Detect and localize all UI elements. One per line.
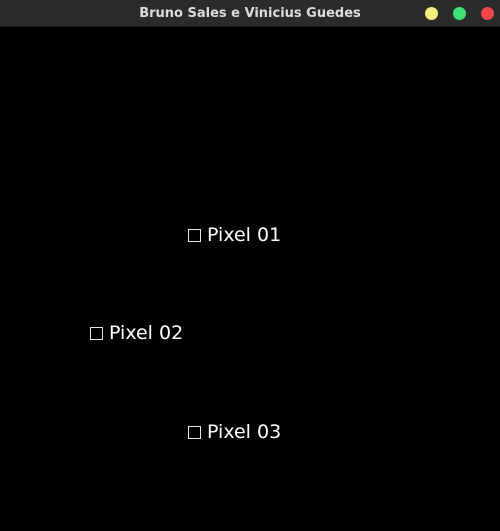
drawing-canvas: Pixel 01 Pixel 02 Pixel 03 [0,27,500,531]
pixel-label: Pixel 02 [109,322,184,344]
pixel-item-02[interactable]: Pixel 02 [90,322,183,344]
pixel-item-03[interactable]: Pixel 03 [188,421,281,443]
square-outline-icon [188,425,201,439]
minimize-button[interactable] [425,7,438,20]
pixel-item-01[interactable]: Pixel 01 [188,224,281,246]
close-button[interactable] [481,7,494,20]
square-outline-icon [90,326,103,340]
app-window: Bruno Sales e Vinicius Guedes Pixel 01 P… [0,0,500,531]
pixel-label: Pixel 03 [207,421,282,443]
pixel-label: Pixel 01 [207,224,282,246]
maximize-button[interactable] [453,7,466,20]
square-outline-icon [188,228,201,242]
title-bar[interactable]: Bruno Sales e Vinicius Guedes [0,0,500,27]
